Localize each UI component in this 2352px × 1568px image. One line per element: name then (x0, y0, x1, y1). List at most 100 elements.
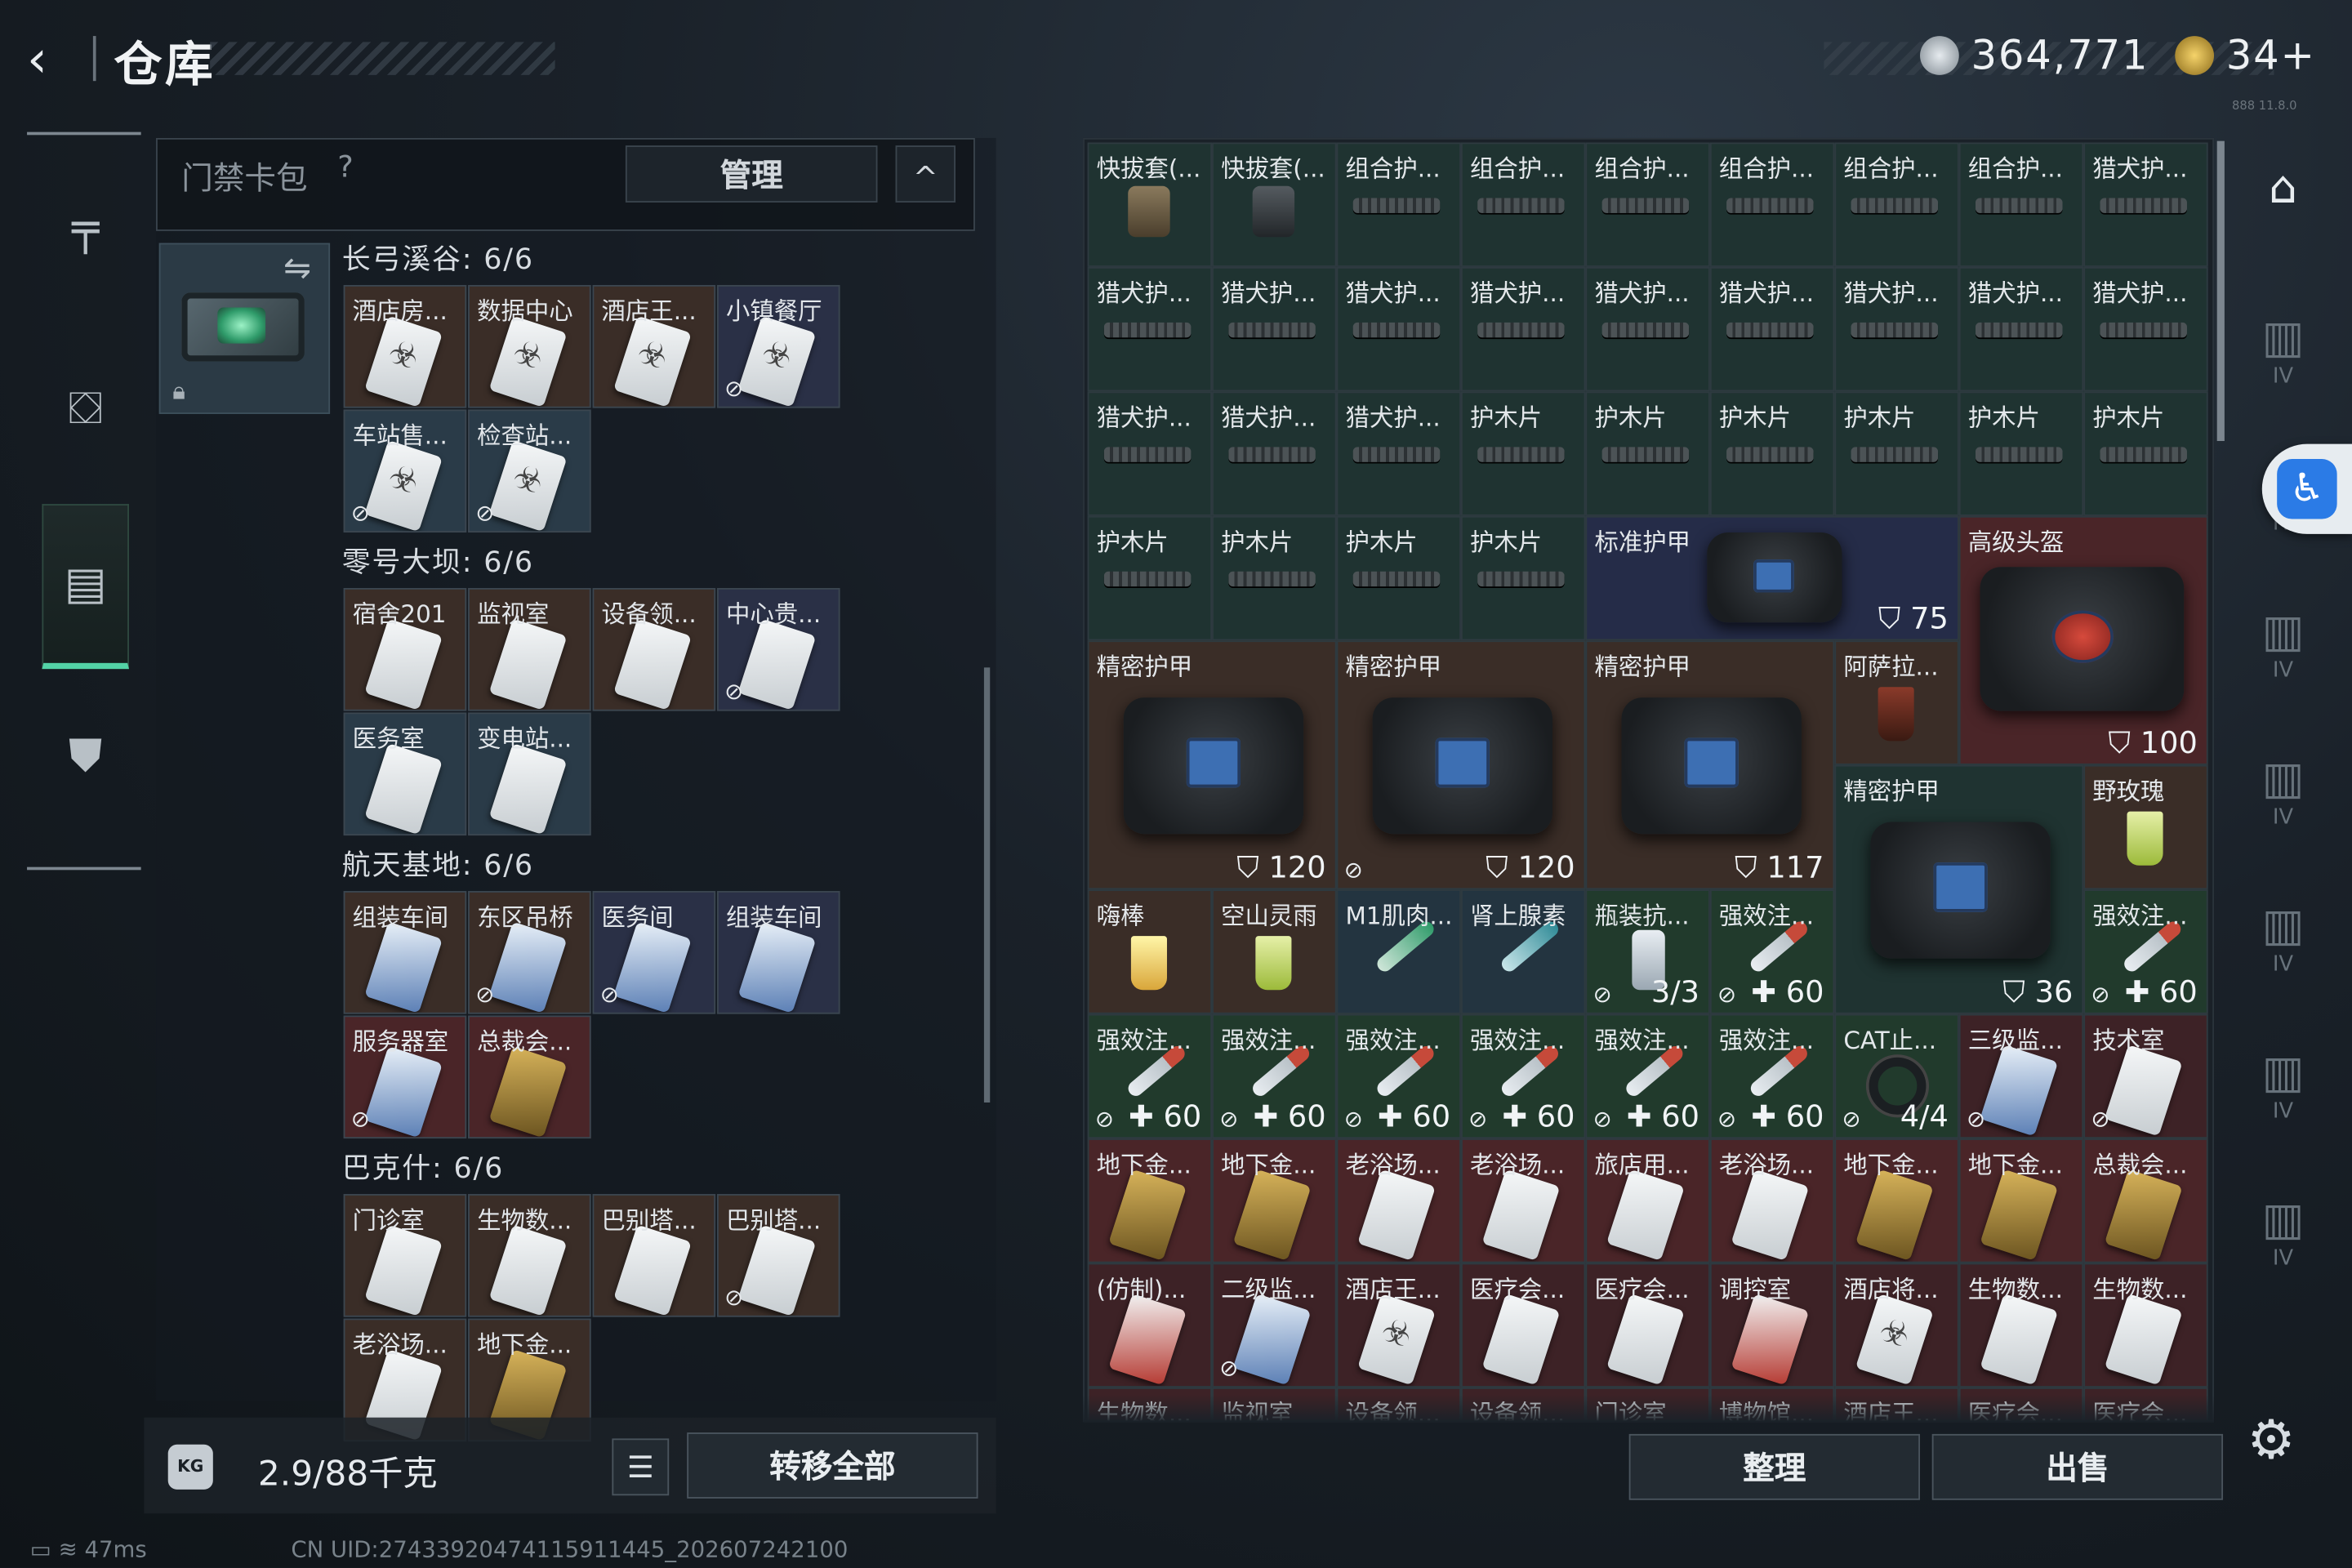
inventory-item[interactable]: 肾上腺素 (1460, 889, 1586, 1014)
keycard-slot[interactable]: 服务器室 ⊘ (343, 1015, 467, 1139)
sell-button[interactable]: 出售 (1931, 1433, 2224, 1500)
storage-tab-1[interactable]: ▥ IV (2241, 300, 2325, 405)
transfer-all-button[interactable]: 转移全部 (687, 1432, 978, 1499)
currency-primary[interactable]: 364,771 (1920, 33, 2149, 79)
storage-tab-5[interactable]: ▥ IV (2241, 888, 2325, 993)
nav-backpack[interactable]: ⛋ (42, 333, 129, 483)
inventory-item[interactable]: 强效注... ✚ 60 ⊘ (1585, 1013, 1710, 1139)
keycard-slot[interactable]: 巴别塔... ⊘ (716, 1194, 840, 1317)
inventory-item[interactable]: 技术室 ⊘ (2083, 1013, 2208, 1139)
inventory-item[interactable]: 组合护... (1709, 142, 1835, 267)
inventory-item[interactable]: 酒店王... (1336, 1263, 1461, 1388)
inventory-item[interactable]: 标准护甲 ⛉ 75 (1585, 515, 1959, 641)
keycard-slot[interactable]: 巴别塔... (592, 1194, 716, 1317)
storage-tab-7[interactable]: ▥ IV (2241, 1182, 2325, 1287)
right-scrollbar[interactable] (2216, 140, 2225, 442)
collapse-chevron-icon[interactable]: ^ (895, 145, 956, 203)
list-view-icon[interactable]: ☰ (612, 1438, 670, 1496)
inventory-item[interactable]: 强效注... ✚ 60 ⊘ (1709, 889, 1835, 1014)
inventory-item[interactable]: 护木片 (2083, 391, 2208, 516)
keycard-slot[interactable]: 东区吊桥 ⊘ (468, 891, 591, 1014)
inventory-item[interactable]: 猎犬护... (1212, 391, 1337, 516)
inventory-item[interactable]: 组合护... (1834, 142, 1959, 267)
inventory-item[interactable]: 生物数... (1958, 1263, 2084, 1388)
inventory-item[interactable]: 组合护... (1958, 142, 2084, 267)
inventory-item[interactable]: 调控室 (1709, 1263, 1835, 1388)
inventory-item[interactable]: 地下金... (1958, 1138, 2084, 1263)
inventory-item[interactable]: 三级监... ⊘ (1958, 1013, 2084, 1139)
inventory-item[interactable]: 生物数... (2083, 1263, 2208, 1388)
inventory-item[interactable]: 医疗会... (1460, 1263, 1586, 1388)
keycard-slot[interactable]: 数据中心 (468, 284, 591, 408)
keycard-slot[interactable]: 生物数... (468, 1194, 591, 1317)
keycard-slot[interactable]: 小镇餐厅 ⊘ (716, 284, 840, 408)
inventory-item[interactable]: 猎犬护... (1336, 391, 1461, 516)
keycard-slot[interactable]: 门诊室 (343, 1194, 467, 1317)
accessibility-button[interactable]: ♿︎ (2261, 443, 2352, 534)
storage-tab-6[interactable]: ▥ IV (2241, 1035, 2325, 1140)
inventory-item[interactable]: 总裁会... (2083, 1138, 2208, 1263)
inventory-item[interactable]: 快拔套(... (1087, 142, 1213, 267)
inventory-item[interactable]: 猎犬护... (1212, 266, 1337, 392)
inventory-item[interactable]: 医疗会... (1585, 1263, 1710, 1388)
inventory-item[interactable]: 高级头盔 ⛉ 100 (1958, 515, 2208, 765)
inventory-item[interactable]: 猎犬护... (1336, 266, 1461, 392)
storage-tab-3[interactable]: ▥ IV (2241, 594, 2325, 699)
inventory-item[interactable]: 精密护甲 ⛉ 120 (1087, 640, 1337, 890)
settings-gear-icon[interactable]: ⚙ (2247, 1410, 2295, 1472)
keycard-slot[interactable]: 组装车间 (716, 891, 840, 1014)
inventory-item[interactable]: 护木片 (1585, 391, 1710, 516)
inventory-item[interactable]: 猎犬护... (2083, 142, 2208, 267)
inventory-item[interactable]: 猎犬护... (1709, 266, 1835, 392)
keycard-slot[interactable]: 组装车间 (343, 891, 467, 1014)
inventory-item[interactable]: 护木片 (1460, 515, 1586, 641)
sort-button[interactable]: 整理 (1628, 1433, 1921, 1500)
nav-weapons[interactable]: ╤ (42, 153, 129, 303)
keycard-slot[interactable]: 医务室 (343, 712, 467, 836)
inventory-item[interactable]: 地下金... (1087, 1138, 1213, 1263)
keycard-case-slot[interactable]: ⇋ 🔒︎ (158, 243, 331, 414)
keycard-slot[interactable]: 中心贵... ⊘ (716, 588, 840, 711)
keycard-slot[interactable]: 车站售... ⊘ (343, 409, 467, 533)
currency-secondary[interactable]: 34+ (2175, 33, 2316, 79)
inventory-item[interactable]: 猎犬护... (1958, 266, 2084, 392)
inventory-item[interactable]: 护木片 (1709, 391, 1835, 516)
nav-storage[interactable]: ▤ (42, 504, 129, 670)
inventory-item[interactable]: 地下金... (1212, 1138, 1337, 1263)
left-scrollbar[interactable] (983, 667, 991, 1103)
storage-tab-4[interactable]: ▥ IV (2241, 741, 2325, 846)
inventory-item[interactable]: M1肌肉... (1336, 889, 1461, 1014)
inventory-item[interactable]: 护木片 (1336, 515, 1461, 641)
swap-icon[interactable]: ⇋ (283, 251, 311, 288)
inventory-item[interactable]: 精密护甲 ⛉ 120 ⊘ (1336, 640, 1586, 890)
inventory-item[interactable]: 老浴场... (1336, 1138, 1461, 1263)
inventory-item[interactable]: 强效注... ✚ 60 ⊘ (1460, 1013, 1586, 1139)
inventory-item[interactable]: 猎犬护... (1087, 391, 1213, 516)
keycard-slot[interactable]: 监视室 (468, 588, 591, 711)
keycard-slot[interactable]: 医务间 ⊘ (592, 891, 716, 1014)
keycard-slot[interactable]: 宿舍201 (343, 588, 467, 711)
inventory-item[interactable]: 强效注... ✚ 60 ⊘ (1212, 1013, 1337, 1139)
help-icon[interactable]: ? (337, 149, 354, 185)
inventory-item[interactable]: 老浴场... (1460, 1138, 1586, 1263)
inventory-item[interactable]: 阿萨拉... (1834, 640, 1959, 765)
inventory-item[interactable]: 组合护... (1585, 142, 1710, 267)
keycard-slot[interactable]: 变电站... (468, 712, 591, 836)
inventory-item[interactable]: 猎犬护... (2083, 266, 2208, 392)
back-button[interactable]: ‹ (27, 30, 87, 90)
inventory-item[interactable]: 护木片 (1087, 515, 1213, 641)
inventory-item[interactable]: 护木片 (1212, 515, 1337, 641)
inventory-item[interactable]: 猎犬护... (1087, 266, 1213, 392)
keycard-slot[interactable]: 检查站... ⊘ (468, 409, 591, 533)
inventory-item[interactable]: 护木片 (1958, 391, 2084, 516)
inventory-item[interactable]: 地下金... (1834, 1138, 1959, 1263)
inventory-item[interactable]: 空山灵雨 (1212, 889, 1337, 1014)
inventory-item[interactable]: 强效注... ✚ 60 ⊘ (1709, 1013, 1835, 1139)
inventory-item[interactable]: 精密护甲 ⛉ 36 (1834, 764, 2084, 1014)
manage-button[interactable]: 管理 (625, 145, 878, 203)
inventory-item[interactable]: 组合护... (1460, 142, 1586, 267)
inventory-item[interactable]: 组合护... (1336, 142, 1461, 267)
nav-toolbox[interactable]: ⛊ (42, 681, 129, 831)
storage-home-tab[interactable]: ⌂ (2241, 150, 2325, 256)
inventory-item[interactable]: 强效注... ✚ 60 ⊘ (1087, 1013, 1213, 1139)
